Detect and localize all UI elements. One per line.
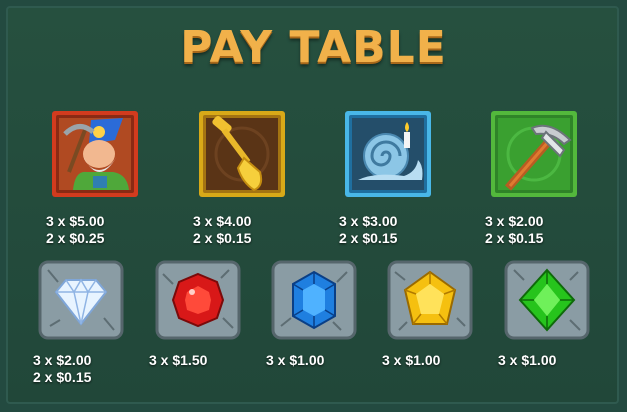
topaz-payouts: 3 x $1.00 (382, 352, 440, 369)
sapphire-payouts: 3 x $1.00 (266, 352, 324, 369)
blue-gem-icon (271, 260, 357, 340)
miner-symbol (51, 110, 139, 198)
ruby-symbol (155, 260, 241, 340)
payout-line: 3 x $1.50 (149, 352, 208, 368)
payout-line: 2 x $0.15 (485, 230, 544, 246)
diamond-symbol (38, 260, 124, 340)
shovel-symbol (198, 110, 286, 198)
payout-line: 2 x $0.15 (33, 369, 92, 385)
payout-line: 3 x $1.00 (382, 352, 441, 368)
payout-line: 3 x $1.00 (266, 352, 325, 368)
red-gem-icon (155, 260, 241, 340)
green-gem-icon (504, 260, 590, 340)
payout-line: 2 x $0.15 (193, 230, 252, 246)
miner-dwarf-icon (52, 111, 138, 197)
golden-shovel-icon (199, 111, 285, 197)
page-title: PAY TABLE (180, 22, 447, 73)
white-diamond-icon (38, 260, 124, 340)
sapphire-symbol (271, 260, 357, 340)
topaz-symbol (387, 260, 473, 340)
shovel-payouts: 3 x $4.00 2 x $0.15 (193, 213, 251, 247)
pickaxe-icon (491, 111, 577, 197)
payout-line: 3 x $1.00 (498, 352, 557, 368)
pickaxe-symbol (490, 110, 578, 198)
emerald-payouts: 3 x $1.00 (498, 352, 556, 369)
payout-line: 2 x $0.15 (339, 230, 398, 246)
miner-payouts: 3 x $5.00 2 x $0.25 (46, 213, 104, 247)
ruby-payouts: 3 x $1.50 (149, 352, 207, 369)
payout-line: 3 x $3.00 (339, 213, 398, 229)
snail-lamp-icon (345, 111, 431, 197)
payout-line: 3 x $5.00 (46, 213, 105, 229)
yellow-gem-icon (387, 260, 473, 340)
payout-line: 2 x $0.25 (46, 230, 105, 246)
payout-line: 3 x $2.00 (33, 352, 92, 368)
diamond-payouts: 3 x $2.00 2 x $0.15 (33, 352, 91, 386)
payout-line: 3 x $2.00 (485, 213, 544, 229)
emerald-symbol (504, 260, 590, 340)
payout-line: 3 x $4.00 (193, 213, 252, 229)
snail-payouts: 3 x $3.00 2 x $0.15 (339, 213, 397, 247)
pickaxe-payouts: 3 x $2.00 2 x $0.15 (485, 213, 543, 247)
snail-symbol (344, 110, 432, 198)
